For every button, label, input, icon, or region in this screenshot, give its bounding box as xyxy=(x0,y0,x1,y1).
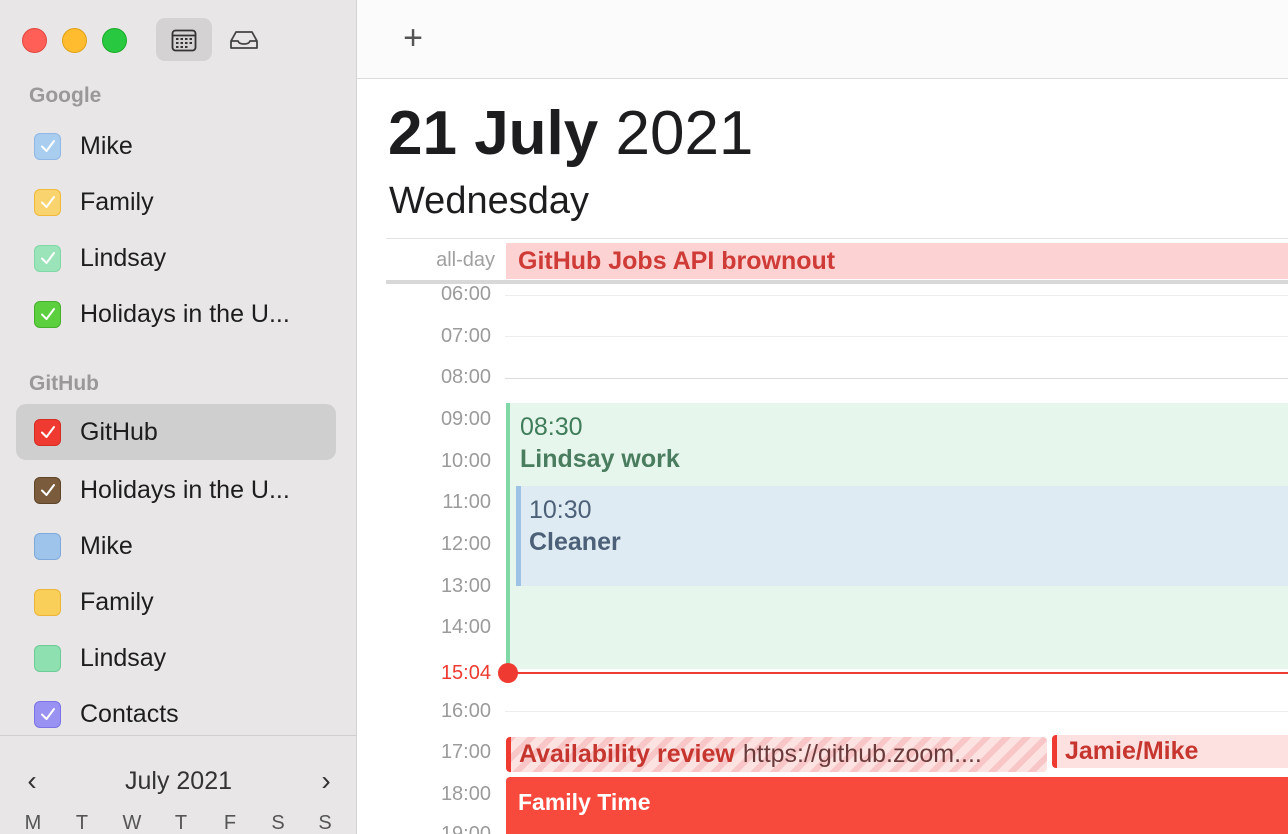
all-day-row: all-day GitHub Jobs API brownout xyxy=(386,238,1288,284)
event-jamie-mike[interactable]: Jamie/Mike xyxy=(1052,735,1288,768)
weekday-label: S xyxy=(318,812,332,834)
event-family-time[interactable]: Family Time xyxy=(506,777,1288,834)
checkbox-unchecked-icon[interactable] xyxy=(34,644,61,672)
date-day-month: 21 July xyxy=(388,99,599,168)
current-time-label: 15:04 xyxy=(440,662,491,684)
calendar-item-contacts[interactable]: Contacts xyxy=(16,686,336,742)
weekday-label: F xyxy=(223,812,237,834)
sidebar: Google Mike Family Lindsay Holidays in t… xyxy=(0,0,357,834)
calendar-item-family[interactable]: Family xyxy=(16,174,336,230)
date-year: 2021 xyxy=(615,99,754,168)
inbox-button[interactable] xyxy=(216,18,272,61)
calendar-label: GitHub xyxy=(80,417,158,446)
weekday-label: S xyxy=(271,812,285,834)
checkbox-unchecked-icon[interactable] xyxy=(34,588,61,616)
event-time: 10:30 xyxy=(529,496,592,524)
add-event-button[interactable]: + xyxy=(395,20,431,56)
calendar-label: Family xyxy=(80,187,154,216)
checkbox-checked-icon[interactable] xyxy=(34,418,61,446)
current-time-dot xyxy=(498,663,518,683)
time-label: 06:00 xyxy=(440,283,491,305)
hour-gridline xyxy=(505,711,1288,712)
event-title: Cleaner xyxy=(529,528,621,556)
checkbox-checked-icon[interactable] xyxy=(34,188,61,216)
time-label: 18:00 xyxy=(440,783,491,805)
checkbox-checked-icon[interactable] xyxy=(34,132,61,160)
checkbox-checked-icon[interactable] xyxy=(34,300,61,328)
close-window-button[interactable] xyxy=(22,28,47,53)
calendar-item-mike[interactable]: Mike xyxy=(16,118,336,174)
calendar-item-holidays-github[interactable]: Holidays in the U... xyxy=(16,462,336,518)
event-title: Availability review xyxy=(519,740,735,768)
group-title-google: Google xyxy=(29,84,102,107)
time-label: 19:00 xyxy=(440,823,491,834)
weekday-label: T xyxy=(75,812,89,834)
time-label: 17:00 xyxy=(440,741,491,763)
time-label: 09:00 xyxy=(440,408,491,430)
calendar-label: Family xyxy=(80,587,154,616)
time-label: 12:00 xyxy=(440,533,491,555)
event-time: 08:30 xyxy=(520,413,583,441)
calendar-label: Contacts xyxy=(80,699,179,728)
divider xyxy=(0,735,356,736)
group-title-github: GitHub xyxy=(29,372,99,395)
time-label: 11:00 xyxy=(442,491,491,513)
calendar-label: Mike xyxy=(80,531,133,560)
zoom-window-button[interactable] xyxy=(102,28,127,53)
checkbox-checked-icon[interactable] xyxy=(34,476,61,504)
checkbox-unchecked-icon[interactable] xyxy=(34,532,61,560)
event-title: Lindsay work xyxy=(520,445,680,473)
checkbox-checked-icon[interactable] xyxy=(34,244,61,272)
calendar-icon xyxy=(171,29,197,51)
all-day-label: all-day xyxy=(436,249,495,271)
time-label: 08:00 xyxy=(440,366,491,388)
calendar-item-mike-github[interactable]: Mike xyxy=(16,518,336,574)
calendar-label: Holidays in the U... xyxy=(80,475,290,504)
weekday-label: T xyxy=(174,812,188,834)
mini-calendar-header: ‹ July 2021 › xyxy=(0,765,356,799)
calendar-item-family-github[interactable]: Family xyxy=(16,574,336,630)
calendar-item-lindsay[interactable]: Lindsay xyxy=(16,230,336,286)
inbox-tray-icon xyxy=(230,30,258,49)
event-availability-review[interactable]: Availability review https://github.zoom..… xyxy=(506,737,1047,772)
toolbar: + xyxy=(357,0,1288,79)
minimize-window-button[interactable] xyxy=(62,28,87,53)
calendar-label: Mike xyxy=(80,131,133,160)
time-label: 07:00 xyxy=(440,325,491,347)
weekday-label: M xyxy=(24,812,42,834)
event-cleaner[interactable]: 10:30 Cleaner xyxy=(516,486,1288,586)
time-label: 16:00 xyxy=(440,700,491,722)
checkbox-checked-icon[interactable] xyxy=(34,700,61,728)
time-label: 14:00 xyxy=(440,616,491,638)
page-title: 21 July 2021 xyxy=(388,98,753,169)
calendar-label: Lindsay xyxy=(80,243,167,272)
hour-gridline xyxy=(505,295,1288,296)
day-view: + 21 July 2021 Wednesday all-day GitHub … xyxy=(357,0,1288,834)
hour-gridline xyxy=(505,378,1288,379)
calendar-item-lindsay-github[interactable]: Lindsay xyxy=(16,630,336,686)
chevron-right-icon[interactable]: › xyxy=(314,765,338,797)
calendar-item-github[interactable]: GitHub xyxy=(16,404,336,460)
calendar-label: Lindsay xyxy=(80,643,167,672)
mini-calendar-weekdays: M T W T F S S xyxy=(0,812,356,834)
calendar-list-button[interactable] xyxy=(156,18,212,61)
event-url[interactable]: https://github.zoom.... xyxy=(743,740,982,768)
mini-calendar-title: July 2021 xyxy=(124,767,233,795)
calendar-label: Holidays in the U... xyxy=(80,299,290,328)
current-time-line xyxy=(508,672,1288,674)
weekday-label: W xyxy=(122,812,142,834)
calendar-item-holidays[interactable]: Holidays in the U... xyxy=(16,286,336,342)
all-day-event[interactable]: GitHub Jobs API brownout xyxy=(506,243,1288,279)
hour-gridline xyxy=(505,336,1288,337)
time-label: 13:00 xyxy=(440,575,491,597)
time-label: 10:00 xyxy=(440,450,491,472)
weekday-title: Wednesday xyxy=(389,180,589,222)
